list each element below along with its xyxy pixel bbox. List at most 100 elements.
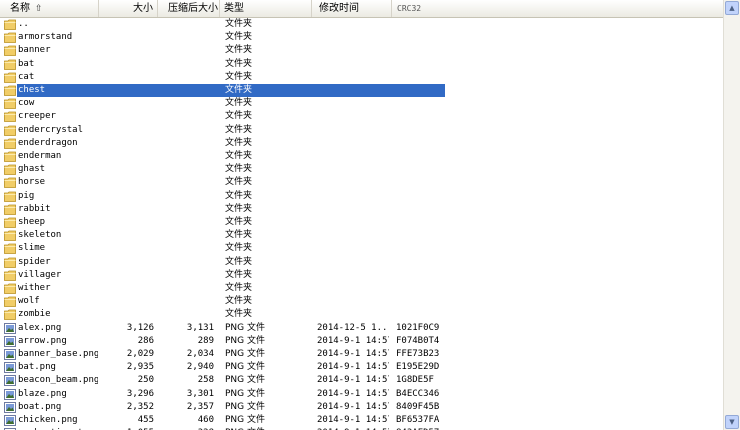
cell-name: blaze.png xyxy=(18,388,67,399)
folder-row[interactable]: armorstand 文件夹 xyxy=(0,31,724,44)
cell-size xyxy=(100,110,154,123)
cell-crc xyxy=(396,137,444,150)
cell-crc: E195E29D xyxy=(396,362,440,373)
column-type-label: 类型 xyxy=(224,3,244,14)
column-type[interactable]: 类型 xyxy=(220,0,312,17)
cell-crc xyxy=(396,256,444,269)
cell-type: PNG 文件 xyxy=(225,322,265,333)
cell-name: villager xyxy=(18,269,62,280)
file-row[interactable]: beacon_beam.png 250 258 PNG 文件 2014-9-1 14:5… xyxy=(0,374,724,387)
folder-icon xyxy=(4,164,16,176)
cell-type: 文件夹 xyxy=(225,190,253,201)
cell-type: 文件夹 xyxy=(225,58,253,69)
cell-size xyxy=(100,190,154,203)
cell-name: wolf xyxy=(18,296,40,307)
cell-type: 文件夹 xyxy=(225,71,253,82)
folder-row[interactable]: ghast 文件夹 xyxy=(0,163,724,176)
folder-row[interactable]: enderman 文件夹 xyxy=(0,150,724,163)
cell-packed xyxy=(160,124,214,137)
column-size[interactable]: 大小 xyxy=(99,0,158,17)
cell-name: wither xyxy=(18,283,51,293)
file-row[interactable]: boat.png 2,352 2,357 PNG 文件 2014-9-1 14:57 84… xyxy=(0,401,724,414)
folder-row[interactable]: banner 文件夹 xyxy=(0,44,724,57)
cell-packed xyxy=(160,176,214,189)
folder-row[interactable]: spider 文件夹 xyxy=(0,256,724,269)
cell-crc xyxy=(396,97,444,110)
folder-row[interactable]: chest 文件夹 xyxy=(0,84,724,97)
column-modified[interactable]: 修改时间 xyxy=(312,0,392,17)
file-row[interactable]: banner_base.png 2,029 2,034 PNG 文件 2014-9-1 … xyxy=(0,348,724,361)
folder-row[interactable]: endercrystal 文件夹 xyxy=(0,124,724,137)
folder-row[interactable]: .. 文件夹 xyxy=(0,18,724,31)
image-file-icon xyxy=(4,362,16,374)
cell-type: 文件夹 xyxy=(225,177,253,188)
file-row[interactable]: arrow.png 286 289 PNG 文件 2014-9-1 14:57 F074B… xyxy=(0,335,724,348)
folder-icon xyxy=(4,283,16,294)
folder-row[interactable]: sheep 文件夹 xyxy=(0,216,724,229)
cell-size xyxy=(100,229,154,242)
cell-modified xyxy=(317,71,389,84)
cell-modified xyxy=(317,176,389,189)
file-row[interactable]: chicken.png 455 460 PNG 文件 2014-9-1 14:57 BF6… xyxy=(0,414,724,427)
folder-row[interactable]: wolf 文件夹 xyxy=(0,295,724,308)
cell-size: 3,296 xyxy=(126,388,154,399)
cell-modified xyxy=(317,256,389,269)
file-row[interactable]: alex.png 3,126 3,131 PNG 文件 2014-12-5 1... 10… xyxy=(0,322,724,335)
cell-size xyxy=(100,216,154,229)
cell-type: PNG 文件 xyxy=(225,388,265,399)
folder-row[interactable]: villager 文件夹 xyxy=(0,269,724,282)
folder-row[interactable]: zombie 文件夹 xyxy=(0,308,724,321)
cell-modified: 2014-9-1 14:57 xyxy=(317,362,389,373)
cell-modified xyxy=(317,110,389,123)
folder-icon xyxy=(4,191,16,202)
cell-name: pig xyxy=(18,190,35,201)
cell-type: 文件夹 xyxy=(225,98,253,109)
cell-type: PNG 文件 xyxy=(225,375,265,386)
cell-packed: 289 xyxy=(197,335,214,346)
cell-type: 文件夹 xyxy=(225,203,253,214)
cell-name: chicken.png xyxy=(18,415,78,425)
cell-modified xyxy=(317,190,389,203)
file-row[interactable]: blaze.png 3,296 3,301 PNG 文件 2014-9-1 14:57 B… xyxy=(0,388,724,401)
cell-packed xyxy=(160,295,214,308)
folder-icon xyxy=(4,217,16,228)
image-file-icon xyxy=(4,415,16,426)
folder-row[interactable]: enderdragon 文件夹 xyxy=(0,137,724,150)
folder-icon xyxy=(4,243,16,255)
cell-size xyxy=(100,295,154,308)
cell-modified: 2014-9-1 14:57 xyxy=(317,375,389,386)
vertical-scrollbar[interactable]: ▲ ▼ xyxy=(723,0,740,430)
folder-row[interactable]: wither 文件夹 xyxy=(0,282,724,295)
cell-packed xyxy=(160,190,214,203)
cell-crc: 1021F0C9 xyxy=(396,322,440,333)
column-packed[interactable]: 压缩后大小 xyxy=(158,0,220,17)
cell-modified xyxy=(317,31,389,44)
cell-packed: 3,301 xyxy=(186,388,214,399)
folder-row[interactable]: pig 文件夹 xyxy=(0,190,724,203)
folder-row[interactable]: creeper 文件夹 xyxy=(0,110,724,123)
scroll-down-icon[interactable]: ▼ xyxy=(725,415,739,429)
cell-modified xyxy=(317,58,389,71)
scroll-up-icon[interactable]: ▲ xyxy=(725,1,739,15)
cell-type: 文件夹 xyxy=(225,309,253,320)
folder-row[interactable]: cat 文件夹 xyxy=(0,71,724,84)
cell-name: ghast xyxy=(18,164,46,175)
cell-packed xyxy=(160,97,214,110)
cell-type: 文件夹 xyxy=(225,111,253,122)
folder-row[interactable]: skeleton 文件夹 xyxy=(0,229,724,242)
folder-row[interactable]: horse 文件夹 xyxy=(0,176,724,189)
cell-size xyxy=(100,269,154,282)
image-file-icon xyxy=(4,375,16,387)
folder-row[interactable]: cow 文件夹 xyxy=(0,97,724,110)
column-crc[interactable]: CRC32 xyxy=(392,0,724,17)
folder-row[interactable]: slime 文件夹 xyxy=(0,242,724,255)
cell-packed: 2,034 xyxy=(186,349,214,359)
cell-size: 286 xyxy=(137,335,154,346)
column-name[interactable]: 名称 ⇧ xyxy=(0,0,99,17)
file-row[interactable]: bat.png 2,935 2,940 PNG 文件 2014-9-1 14:57 E19… xyxy=(0,361,724,374)
folder-row[interactable]: rabbit 文件夹 xyxy=(0,203,724,216)
folder-icon xyxy=(4,45,16,57)
cell-modified xyxy=(317,242,389,255)
cell-name: creeper xyxy=(18,111,56,122)
folder-row[interactable]: bat 文件夹 xyxy=(0,58,724,71)
